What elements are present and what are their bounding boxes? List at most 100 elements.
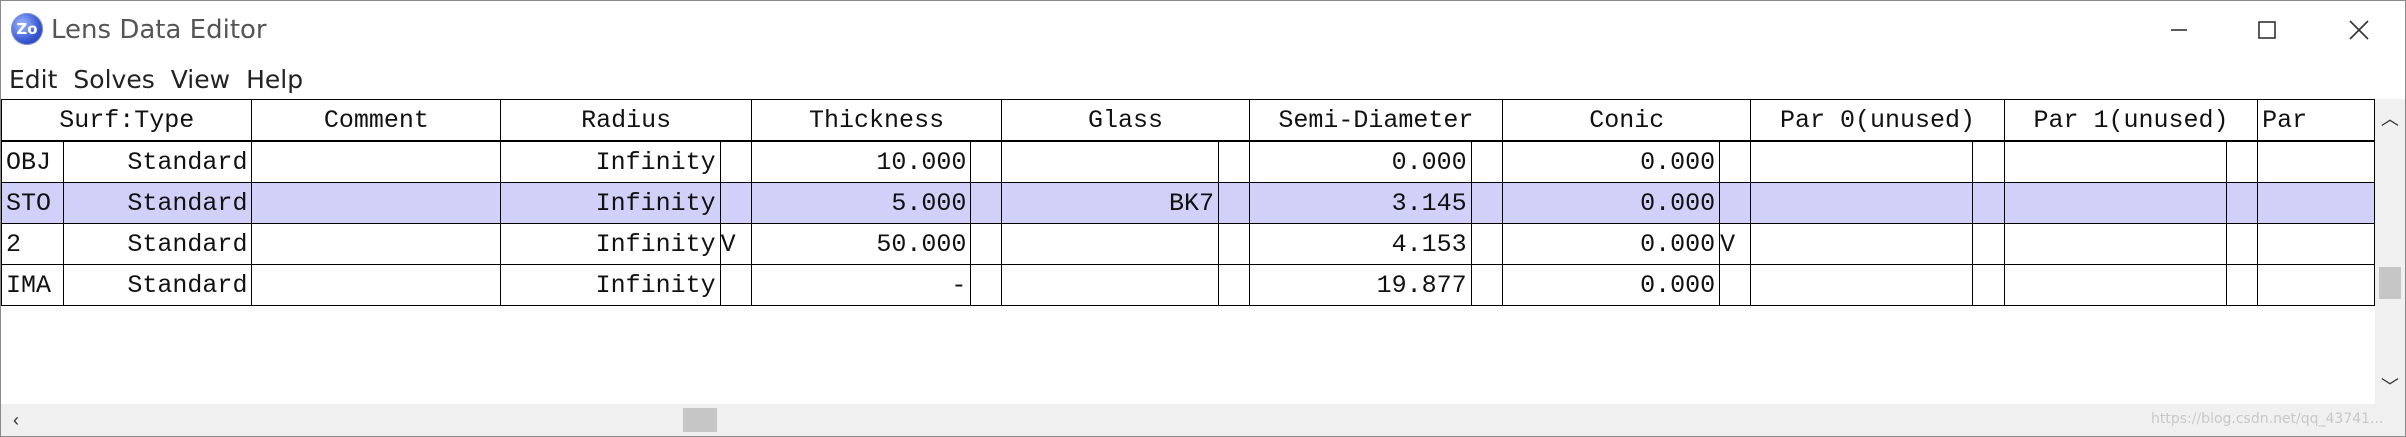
cell-thickness[interactable]: 10.000: [750, 140, 972, 183]
cell-semi-diameter[interactable]: 19.877: [1248, 264, 1472, 306]
cell-conic-solve[interactable]: [1719, 264, 1752, 306]
cell-par0-solve[interactable]: [1972, 223, 2005, 265]
cell-thickness-solve[interactable]: [970, 140, 1003, 183]
cell-semi-diameter-solve[interactable]: [1470, 223, 1504, 265]
cell-type[interactable]: Standard: [62, 264, 253, 306]
vertical-scrollbar[interactable]: ︿ ﹀: [2375, 99, 2405, 404]
cell-conic-solve[interactable]: [1719, 182, 1752, 224]
cell-par0-solve[interactable]: [1972, 182, 2005, 224]
cell-glass[interactable]: BK7: [1001, 182, 1220, 224]
cell-thickness[interactable]: -: [750, 264, 972, 306]
cell-surf[interactable]: STO: [1, 182, 64, 224]
cell-comment[interactable]: [251, 182, 502, 224]
col-header-comment[interactable]: Comment: [251, 100, 502, 142]
cell-glass-solve[interactable]: [1218, 182, 1250, 224]
menu-edit[interactable]: Edit: [1, 59, 65, 99]
scroll-left-icon[interactable]: ‹: [1, 404, 31, 436]
cell-glass[interactable]: [1001, 223, 1220, 265]
table-row[interactable]: OBJ Standard Infinity 10.000 0.000 0.000: [1, 140, 2375, 183]
cell-thickness-solve[interactable]: [970, 264, 1003, 306]
cell-conic[interactable]: 0.000: [1502, 182, 1721, 224]
cell-semi-diameter-solve[interactable]: [1470, 182, 1504, 224]
cell-glass[interactable]: [1001, 140, 1220, 183]
cell-thickness[interactable]: 5.000: [750, 182, 972, 224]
col-header-par1[interactable]: Par 1(unused): [2003, 100, 2259, 142]
cell-par2[interactable]: [2257, 140, 2375, 183]
cell-type[interactable]: Standard: [62, 223, 253, 265]
cell-radius[interactable]: Infinity: [500, 182, 721, 224]
cell-par1[interactable]: [2003, 264, 2227, 306]
cell-par1-solve[interactable]: [2225, 264, 2259, 306]
cell-par0-solve[interactable]: [1972, 264, 2005, 306]
scroll-down-icon[interactable]: ﹀: [2375, 371, 2405, 401]
col-header-par2[interactable]: Par: [2257, 100, 2375, 142]
cell-radius-solve[interactable]: [719, 140, 752, 183]
cell-par2[interactable]: [2257, 223, 2375, 265]
cell-radius-solve[interactable]: V: [719, 223, 752, 265]
menu-solves[interactable]: Solves: [65, 59, 162, 99]
vertical-scroll-thumb[interactable]: [2379, 267, 2401, 299]
cell-thickness[interactable]: 50.000: [750, 223, 972, 265]
cell-glass[interactable]: [1001, 264, 1220, 306]
table-row[interactable]: STO Standard Infinity 5.000 BK7 3.145 0.000: [1, 182, 2375, 224]
cell-par1-solve[interactable]: [2225, 140, 2259, 183]
col-header-par0[interactable]: Par 0(unused): [1750, 100, 2005, 142]
cell-surf[interactable]: IMA: [1, 264, 64, 306]
cell-thickness-solve[interactable]: [970, 182, 1003, 224]
cell-par1-solve[interactable]: [2225, 182, 2259, 224]
cell-par0[interactable]: [1750, 264, 1974, 306]
cell-par1[interactable]: [2003, 223, 2227, 265]
menu-view[interactable]: View: [163, 59, 238, 99]
cell-semi-diameter[interactable]: 4.153: [1248, 223, 1472, 265]
minimize-button[interactable]: [2133, 1, 2225, 59]
cell-type[interactable]: Standard: [62, 182, 253, 224]
cell-conic-solve[interactable]: [1719, 140, 1752, 183]
cell-conic-solve[interactable]: V: [1719, 223, 1752, 265]
cell-conic[interactable]: 0.000: [1502, 264, 1721, 306]
close-button[interactable]: [2313, 1, 2405, 59]
col-header-glass[interactable]: Glass: [1001, 100, 1250, 142]
cell-surf[interactable]: OBJ: [1, 140, 64, 183]
cell-par2[interactable]: [2257, 264, 2375, 306]
cell-par2[interactable]: [2257, 182, 2375, 224]
cell-radius-solve[interactable]: [719, 182, 752, 224]
cell-glass-solve[interactable]: [1218, 140, 1250, 183]
cell-type[interactable]: Standard: [62, 140, 253, 183]
cell-comment[interactable]: [251, 264, 502, 306]
cell-radius-solve[interactable]: [719, 264, 752, 306]
cell-semi-diameter[interactable]: 0.000: [1248, 140, 1472, 183]
table-row[interactable]: IMA Standard Infinity - 19.877 0.000: [1, 264, 2375, 306]
cell-par1[interactable]: [2003, 140, 2227, 183]
cell-semi-diameter-solve[interactable]: [1470, 264, 1504, 306]
cell-glass-solve[interactable]: [1218, 223, 1250, 265]
cell-conic[interactable]: 0.000: [1502, 223, 1721, 265]
cell-glass-solve[interactable]: [1218, 264, 1250, 306]
col-header-thickness[interactable]: Thickness: [750, 100, 1003, 142]
table-row[interactable]: 2 Standard Infinity V 50.000 4.153 0.000 V: [1, 223, 2375, 265]
cell-surf[interactable]: 2: [1, 223, 64, 265]
col-header-semi-diameter[interactable]: Semi-Diameter: [1248, 100, 1504, 142]
horizontal-scroll-thumb[interactable]: [683, 408, 717, 432]
cell-par1[interactable]: [2003, 182, 2227, 224]
menu-help[interactable]: Help: [238, 59, 311, 99]
col-header-conic[interactable]: Conic: [1502, 100, 1752, 142]
title-bar[interactable]: Zo Lens Data Editor: [1, 1, 2405, 59]
cell-par0[interactable]: [1750, 223, 1974, 265]
horizontal-scrollbar[interactable]: ‹: [1, 404, 2375, 436]
cell-par0[interactable]: [1750, 182, 1974, 224]
col-header-surf-type[interactable]: Surf:Type: [1, 100, 253, 142]
cell-par0[interactable]: [1750, 140, 1974, 183]
cell-comment[interactable]: [251, 223, 502, 265]
cell-par0-solve[interactable]: [1972, 140, 2005, 183]
col-header-radius[interactable]: Radius: [500, 100, 752, 142]
cell-radius[interactable]: Infinity: [500, 264, 721, 306]
cell-comment[interactable]: [251, 140, 502, 183]
maximize-button[interactable]: [2221, 1, 2313, 59]
cell-semi-diameter[interactable]: 3.145: [1248, 182, 1472, 224]
cell-par1-solve[interactable]: [2225, 223, 2259, 265]
cell-conic[interactable]: 0.000: [1502, 140, 1721, 183]
cell-thickness-solve[interactable]: [970, 223, 1003, 265]
cell-semi-diameter-solve[interactable]: [1470, 140, 1504, 183]
cell-radius[interactable]: Infinity: [500, 223, 721, 265]
cell-radius[interactable]: Infinity: [500, 140, 721, 183]
